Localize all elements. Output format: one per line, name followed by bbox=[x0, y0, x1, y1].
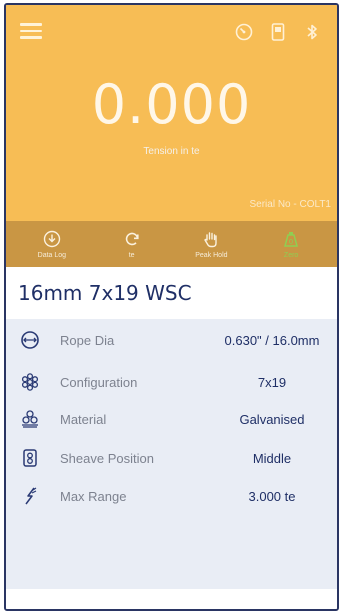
data-log-button[interactable]: Data Log bbox=[17, 229, 87, 259]
bluetooth-icon[interactable] bbox=[301, 21, 323, 43]
detail-value: 0.630" / 16.0mm bbox=[224, 332, 320, 348]
data-log-label: Data Log bbox=[37, 252, 67, 259]
units-button[interactable]: te bbox=[97, 229, 167, 259]
detail-value: Galvanised bbox=[239, 411, 305, 427]
download-circle-icon bbox=[42, 229, 62, 249]
range-icon bbox=[20, 486, 40, 506]
zero-button[interactable]: 0 Zero bbox=[256, 229, 326, 259]
detail-row-material: Material Galvanised bbox=[6, 406, 337, 432]
detail-label: Material bbox=[60, 411, 107, 427]
rope-details: Rope Dia 0.630" / 16.0mm Configuration 7… bbox=[6, 319, 337, 589]
refresh-icon bbox=[122, 229, 142, 249]
header-icons bbox=[233, 21, 323, 43]
strands-icon bbox=[20, 372, 40, 392]
detail-row-rope-dia: Rope Dia 0.630" / 16.0mm bbox=[6, 327, 337, 353]
detail-row-configuration: Configuration 7x19 bbox=[6, 369, 337, 395]
diameter-icon bbox=[20, 330, 40, 350]
menu-icon[interactable] bbox=[20, 23, 42, 39]
gauge-icon[interactable] bbox=[233, 21, 255, 43]
units-label: te bbox=[128, 252, 135, 259]
serial-number: Serial No - COLT1 bbox=[249, 199, 331, 210]
tension-reading: 0.000 bbox=[91, 73, 252, 136]
material-icon bbox=[20, 409, 40, 429]
detail-value: 3.000 te bbox=[248, 488, 296, 504]
detail-label: Max Range bbox=[60, 488, 127, 504]
app-frame: 0.000 Tension in te Serial No - COLT1 Da… bbox=[4, 3, 339, 611]
device-icon[interactable] bbox=[267, 21, 289, 43]
action-toolbar: Data Log te Peak Hold 0 Zero bbox=[6, 221, 337, 267]
peak-hold-button[interactable]: Peak Hold bbox=[176, 229, 246, 259]
detail-label: Sheave Position bbox=[60, 450, 154, 466]
zero-icon: 0 bbox=[281, 229, 301, 249]
svg-text:0: 0 bbox=[289, 238, 293, 246]
hand-icon bbox=[201, 229, 221, 249]
detail-row-sheave-position: Sheave Position Middle bbox=[6, 445, 337, 471]
detail-label: Rope Dia bbox=[60, 332, 115, 348]
peak-hold-label: Peak Hold bbox=[195, 252, 228, 259]
reading-header: 0.000 Tension in te Serial No - COLT1 bbox=[6, 5, 337, 221]
sheave-icon bbox=[20, 448, 40, 468]
detail-value: 7x19 bbox=[257, 374, 287, 390]
detail-row-max-range: Max Range 3.000 te bbox=[6, 483, 337, 509]
bottom-strip bbox=[6, 589, 337, 609]
zero-label: Zero bbox=[283, 252, 299, 259]
tension-units: Tension in te bbox=[143, 146, 200, 157]
detail-label: Configuration bbox=[60, 374, 138, 390]
rope-title-bar: 16mm 7x19 WSC bbox=[6, 267, 337, 319]
rope-title: 16mm 7x19 WSC bbox=[18, 281, 192, 305]
detail-value: Middle bbox=[252, 450, 292, 466]
